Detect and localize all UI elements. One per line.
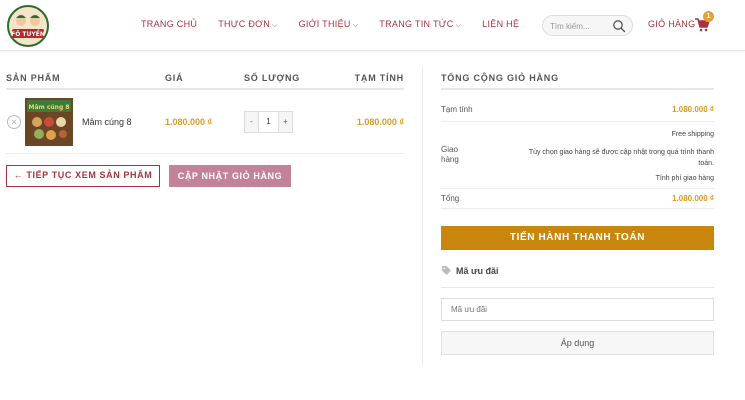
col-header-product: SẢN PHẨM <box>6 73 61 83</box>
chevron-down-icon: ⌵ <box>352 22 359 29</box>
subtotal-value: 1.080.000 ₫ <box>672 105 714 114</box>
proceed-to-checkout-button[interactable]: TIẾN HÀNH THANH TOÁN <box>441 226 714 250</box>
site-header: FÔ TUYỀN TRANG CHỦ THỰC ĐƠN ⌵ GIỚI THIỆU ⌵… <box>0 0 745 51</box>
cart-link[interactable]: GIỎ HÀNG <box>648 19 695 29</box>
col-header-quantity: SỐ LƯỢNG <box>244 73 301 83</box>
total-value: 1.080.000 ₫ <box>672 194 714 203</box>
quantity-increase-button[interactable]: + <box>279 112 292 132</box>
svg-text:Mâm cúng 8: Mâm cúng 8 <box>28 104 69 111</box>
product-subtotal: 1.080.000 ₫ <box>356 117 404 127</box>
nav-item-menu[interactable]: THỰC ĐƠN ⌵ <box>218 19 277 30</box>
nav-item-about[interactable]: GIỚI THIỆU ⌵ <box>299 19 359 30</box>
row-divider <box>6 153 404 154</box>
subtotal-label: Tạm tính <box>441 105 473 114</box>
coupon-heading: Mã ưu đãi <box>456 266 499 276</box>
quantity-stepper: - 1 + <box>244 111 293 133</box>
total-label: Tổng <box>441 194 460 203</box>
continue-shopping-button[interactable]: ← TIẾP TỤC XEM SẢN PHẨM <box>6 165 160 187</box>
quantity-input[interactable]: 1 <box>258 112 279 132</box>
totals-divider <box>441 208 714 209</box>
shipping-note: Tùy chọn giao hàng sẽ được cập nhật tron… <box>528 149 714 167</box>
search-input[interactable] <box>550 19 612 33</box>
coupon-code-input[interactable] <box>441 298 714 321</box>
update-cart-button[interactable]: CẬP NHẬT GIỎ HÀNG <box>169 165 291 187</box>
cart-count-badge: 1 <box>703 11 714 22</box>
tag-icon <box>442 266 451 275</box>
shipping-label: Giao hàng <box>441 145 459 164</box>
nav-item-contact[interactable]: LIÊN HỆ <box>482 19 519 30</box>
remove-item-button[interactable]: × <box>7 115 21 129</box>
nav-item-home[interactable]: TRANG CHỦ <box>141 19 197 30</box>
product-thumbnail[interactable]: Mâm cúng 8 <box>25 98 73 146</box>
table-header-divider <box>6 88 404 90</box>
shipping-method: Free shipping <box>671 131 714 138</box>
site-logo[interactable]: FÔ TUYỀN <box>6 4 50 48</box>
totals-header-divider <box>441 88 714 90</box>
totals-divider <box>441 188 714 189</box>
apply-coupon-button[interactable]: Áp dụng <box>441 331 714 355</box>
chevron-down-icon: ⌵ <box>272 22 278 29</box>
totals-divider <box>441 121 714 122</box>
search-icon[interactable] <box>612 19 626 33</box>
svg-text:FÔ TUYỀN: FÔ TUYỀN <box>11 29 45 38</box>
chevron-down-icon: ⌵ <box>455 22 462 29</box>
cart-totals-title: TỔNG CỘNG GIỎ HÀNG <box>441 73 559 83</box>
col-header-subtotal: TẠM TÍNH <box>354 73 404 83</box>
col-header-price: GIÁ <box>165 73 184 83</box>
coupon-divider <box>441 287 714 288</box>
calculate-shipping-link[interactable]: Tính phí giao hàng <box>656 173 714 184</box>
product-name-link[interactable]: Mâm cúng 8 <box>82 117 132 127</box>
main-nav: TRANG CHỦ THỰC ĐƠN ⌵ GIỚI THIỆU ⌵ TRANG TI… <box>141 19 519 30</box>
column-divider <box>422 66 423 366</box>
product-price: 1.080.000 ₫ <box>165 117 213 127</box>
nav-item-news[interactable]: TRANG TIN TỨC ⌵ <box>379 19 461 30</box>
quantity-decrease-button[interactable]: - <box>245 112 258 132</box>
search-box <box>542 15 633 36</box>
